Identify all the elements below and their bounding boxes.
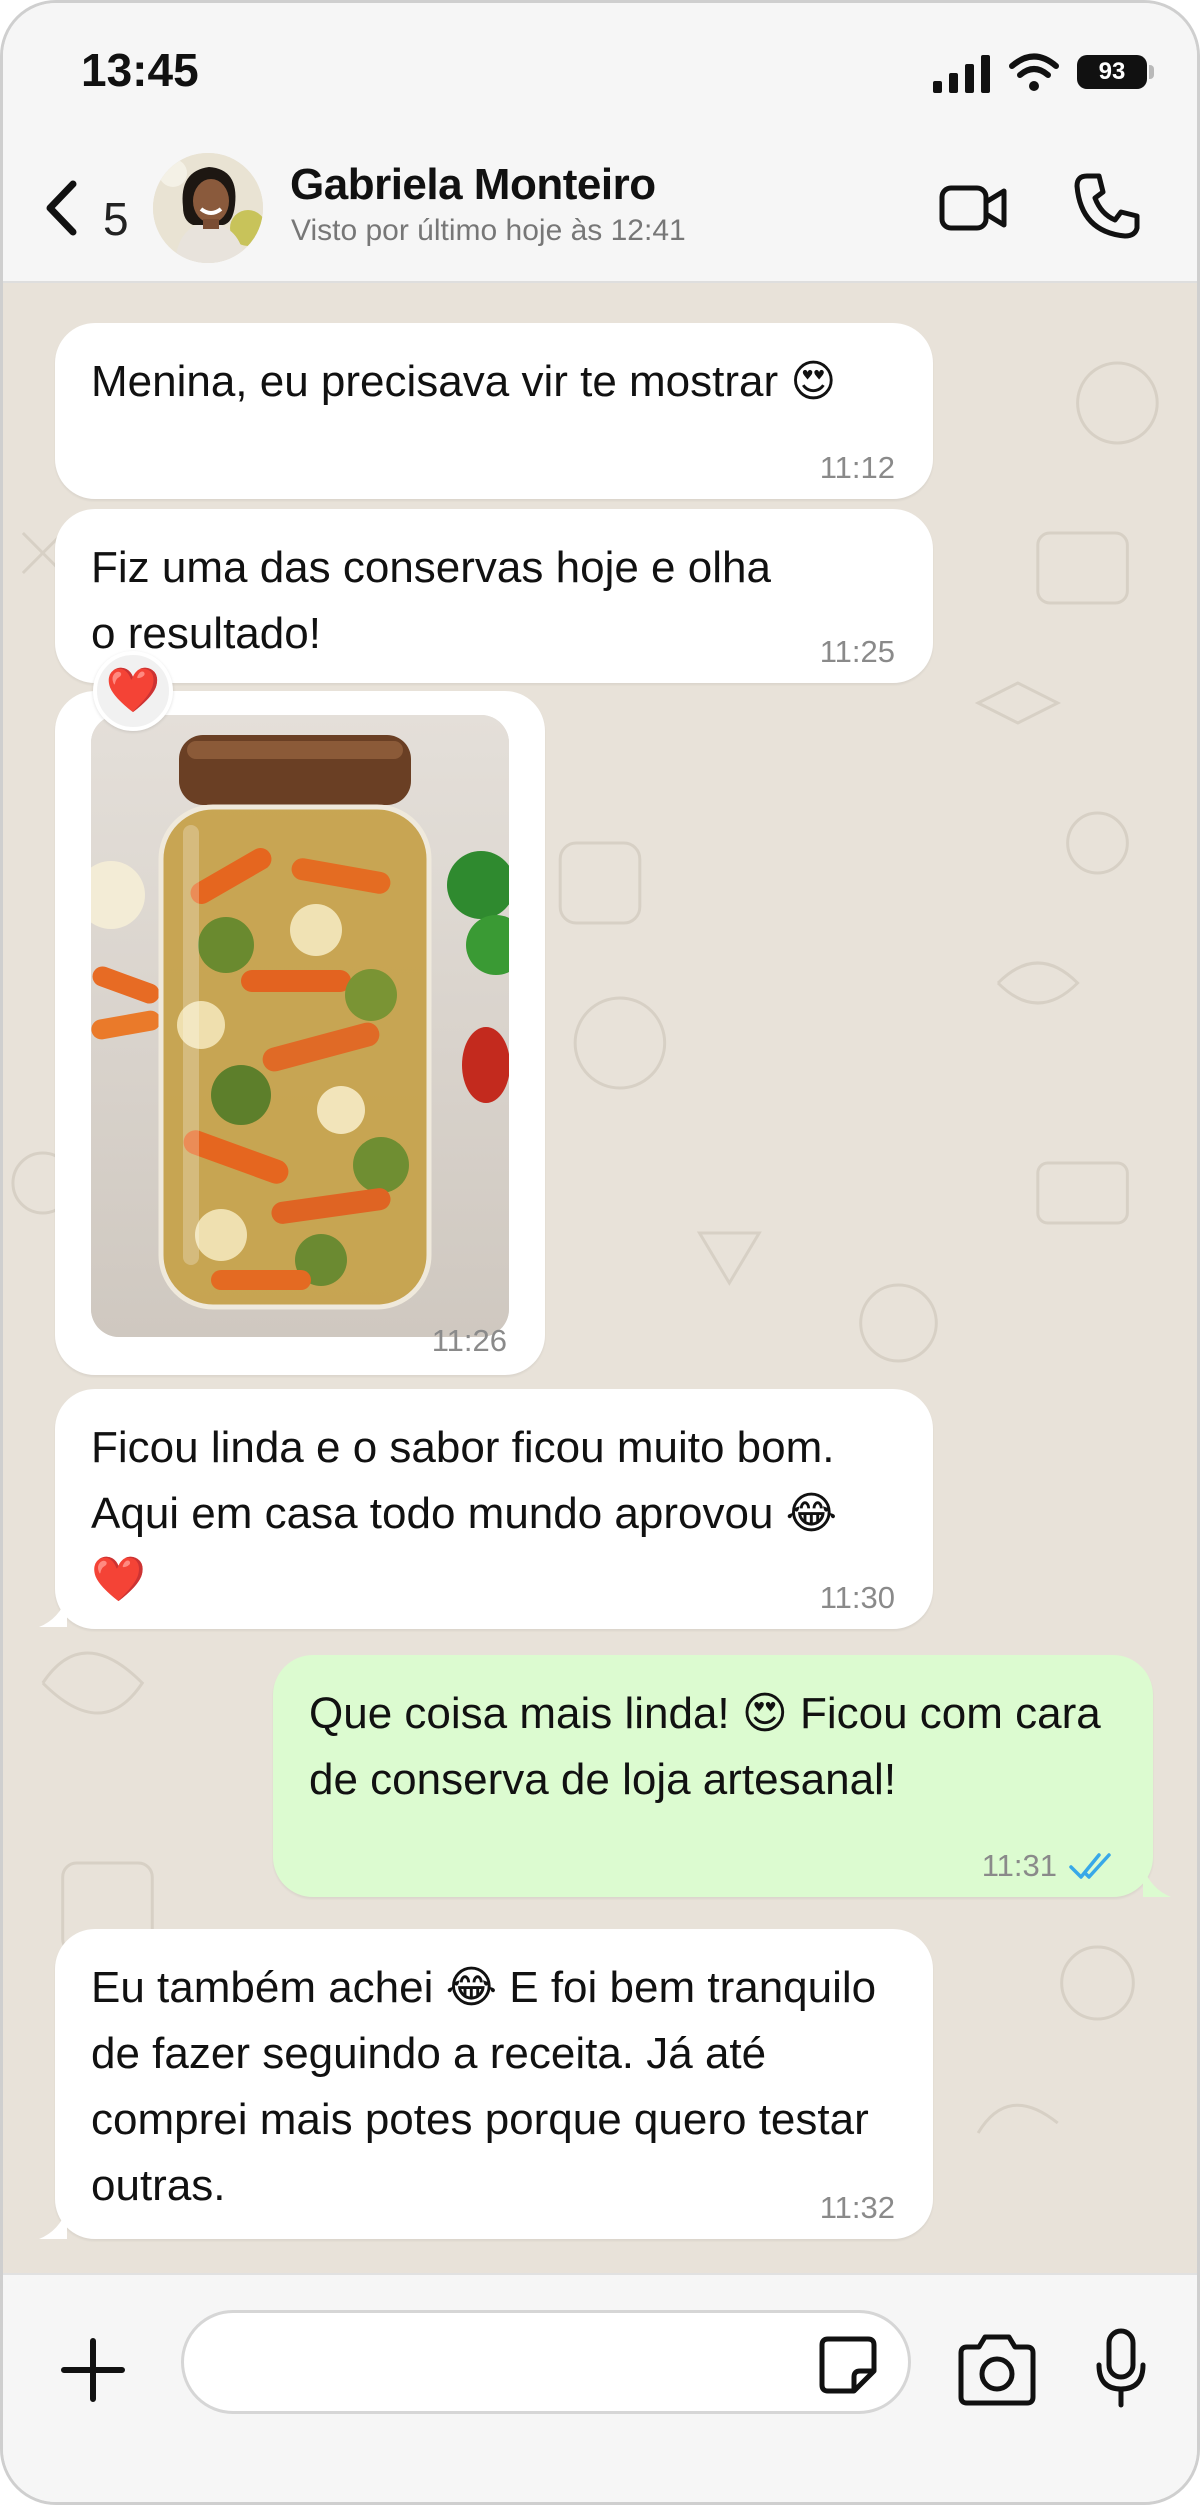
bubble-tail: [1143, 1867, 1171, 1897]
message-time: 11:31: [981, 1848, 1057, 1883]
bubble-tail: [39, 1597, 67, 1627]
back-button[interactable]: 5: [33, 168, 143, 248]
message-bubble-incoming[interactable]: Ficou linda e o sabor ficou muito bom. A…: [55, 1389, 933, 1629]
pickle-jar-image: [91, 715, 509, 1337]
read-ticks-icon: [1069, 1853, 1111, 1879]
contact-name[interactable]: Gabriela Monteiro: [290, 160, 656, 210]
shared-photo[interactable]: [91, 715, 509, 1337]
chat-header: 5 Gabriela Monteiro Visto por último hoj…: [3, 138, 1197, 283]
microphone-icon[interactable]: [1093, 2327, 1149, 2411]
wifi-icon: [1009, 53, 1059, 91]
status-time: 13:45: [81, 44, 199, 96]
status-bar: 13:45 93: [3, 3, 1197, 138]
message-input[interactable]: [214, 2331, 774, 2395]
sticker-icon[interactable]: [818, 2335, 878, 2395]
back-chevron-icon: [46, 180, 77, 236]
phone-icon[interactable]: [1071, 170, 1143, 242]
message-text: Eu também achei 😂 E foi bem tranquilo de…: [91, 1963, 877, 2210]
message-bubble-incoming[interactable]: Fiz uma das conservas hoje e olha o resu…: [55, 509, 933, 683]
battery-indicator: 93: [1077, 55, 1147, 89]
avatar-photo: [153, 153, 263, 263]
avatar[interactable]: [153, 153, 263, 263]
message-time: 11:30: [819, 1580, 895, 1615]
battery-tip: [1149, 65, 1154, 79]
message-bubble-incoming[interactable]: Eu também achei 😂 E foi bem tranquilo de…: [55, 1929, 933, 2239]
message-text: Ficou linda e o sabor ficou muito bom. A…: [91, 1423, 838, 1604]
plus-icon[interactable]: [58, 2335, 128, 2405]
message-text: Que coisa mais linda! 😍 Ficou com cara d…: [309, 1689, 1101, 1804]
message-time: 11:12: [819, 450, 895, 485]
image-message-bubble[interactable]: 11:26: [55, 691, 545, 1375]
message-time: 11:26: [431, 1323, 507, 1358]
message-composer: [3, 2273, 1197, 2502]
heart-reaction[interactable]: ❤️: [93, 651, 173, 731]
message-text: Fiz uma das conservas hoje e olha o resu…: [91, 543, 771, 658]
signal-icon: [933, 55, 990, 93]
video-call-icon[interactable]: [938, 178, 1010, 238]
message-time: 11:32: [819, 2190, 895, 2225]
chat-area[interactable]: Menina, eu precisava vir te mostrar 😍 11…: [3, 283, 1197, 2273]
message-bubble-incoming[interactable]: Menina, eu precisava vir te mostrar 😍 11…: [55, 323, 933, 499]
last-seen-status: Visto por último hoje às 12:41: [291, 214, 686, 247]
message-bubble-outgoing[interactable]: Que coisa mais linda! 😍 Ficou com cara d…: [273, 1655, 1153, 1897]
message-time: 11:25: [819, 634, 895, 669]
bubble-tail: [39, 2209, 67, 2239]
message-text: Menina, eu precisava vir te mostrar 😍: [91, 357, 837, 406]
phone-frame: 13:45 93 5 Gabriela Monteiro Visto por ú…: [0, 0, 1200, 2505]
message-input-container[interactable]: [181, 2310, 911, 2414]
unread-count: 5: [103, 193, 129, 245]
camera-icon[interactable]: [953, 2333, 1041, 2409]
